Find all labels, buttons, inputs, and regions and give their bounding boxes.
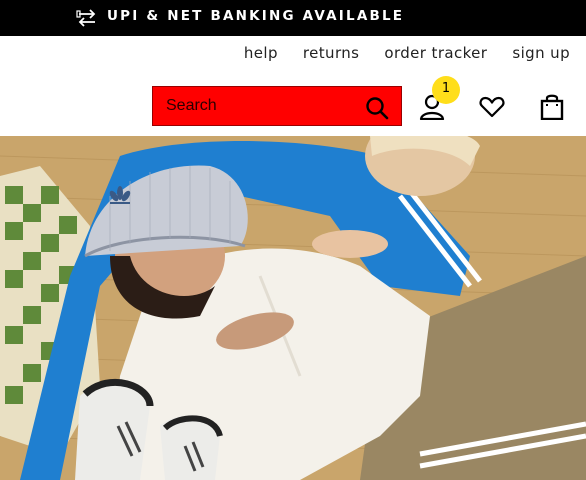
- sign-up-link[interactable]: sign up: [512, 44, 570, 62]
- utility-nav: help returns order tracker sign up: [244, 44, 570, 62]
- hero-photo[interactable]: [0, 136, 586, 480]
- heart-icon[interactable]: [479, 95, 505, 119]
- exchange-arrows-icon: [76, 8, 98, 28]
- search-input[interactable]: [153, 87, 353, 125]
- account-badge: 1: [432, 76, 460, 104]
- shopping-bag-icon[interactable]: [540, 93, 564, 121]
- promo-banner: UPI & NET BANKING AVAILABLE: [0, 0, 586, 36]
- returns-link[interactable]: returns: [303, 44, 359, 62]
- search-icon[interactable]: [365, 96, 389, 120]
- help-link[interactable]: help: [244, 44, 278, 62]
- search-bar: [152, 86, 402, 126]
- order-tracker-link[interactable]: order tracker: [384, 44, 487, 62]
- promo-text: UPI & NET BANKING AVAILABLE: [107, 8, 405, 24]
